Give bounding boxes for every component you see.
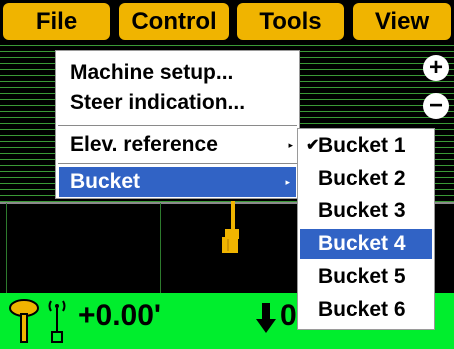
grid-line [6, 203, 7, 293]
submenu-item-bucket-6[interactable]: Bucket 6 [300, 295, 432, 325]
file-dropdown-menu: Machine setup... Steer indication... Ele… [55, 50, 300, 199]
menu-separator [58, 125, 297, 126]
machine-icon [222, 201, 239, 253]
submenu-item-bucket-2[interactable]: Bucket 2 [300, 164, 432, 194]
submenu-arrow-icon: ▸ [288, 140, 293, 150]
submenu-item-bucket-4[interactable]: Bucket 4 [300, 229, 432, 259]
submenu-arrow-icon: ▸ [285, 177, 290, 187]
grid-line [160, 203, 161, 293]
control-menu-button[interactable]: Control [119, 3, 229, 40]
zoom-in-icon[interactable]: + [423, 55, 449, 81]
submenu-item-label: Bucket 3 [318, 199, 406, 222]
submenu-item-bucket-5[interactable]: Bucket 5 [300, 262, 432, 292]
bucket-submenu: ✔ Bucket 1 Bucket 2 Bucket 3 Bucket 4 Bu… [297, 128, 435, 330]
menu-item-machine-setup[interactable]: Machine setup... [56, 59, 299, 87]
elevation-readout: +0.00' [78, 299, 162, 332]
submenu-item-label: Bucket 2 [318, 167, 406, 190]
submenu-item-bucket-3[interactable]: Bucket 3 [300, 196, 432, 226]
tools-menu-button[interactable]: Tools [237, 3, 344, 40]
submenu-item-label: Bucket 4 [318, 232, 406, 255]
menu-bar: File Control Tools View [0, 0, 454, 43]
menu-item-elev-reference[interactable]: Elev. reference ▸ [56, 130, 299, 160]
view-menu-button[interactable]: View [353, 3, 451, 40]
zoom-out-icon[interactable]: − [423, 93, 449, 119]
down-arrow-icon [256, 303, 276, 333]
submenu-item-label: Bucket 6 [318, 298, 406, 321]
submenu-item-bucket-1[interactable]: ✔ Bucket 1 [300, 131, 432, 161]
submenu-item-label: Bucket 5 [318, 265, 406, 288]
menu-item-steer-indication[interactable]: Steer indication... [56, 89, 299, 117]
radio-icon [48, 300, 66, 343]
menu-separator [58, 163, 297, 164]
menu-item-label: Steer indication... [70, 91, 246, 114]
menu-item-bucket[interactable]: Bucket ▸ [59, 167, 296, 197]
menu-item-label: Bucket [70, 170, 141, 193]
submenu-item-label: Bucket 1 [318, 134, 406, 157]
gps-antenna-icon [9, 299, 39, 343]
menu-item-label: Machine setup... [70, 61, 234, 84]
menu-item-label: Elev. reference [70, 133, 218, 156]
file-menu-button[interactable]: File [3, 3, 110, 40]
